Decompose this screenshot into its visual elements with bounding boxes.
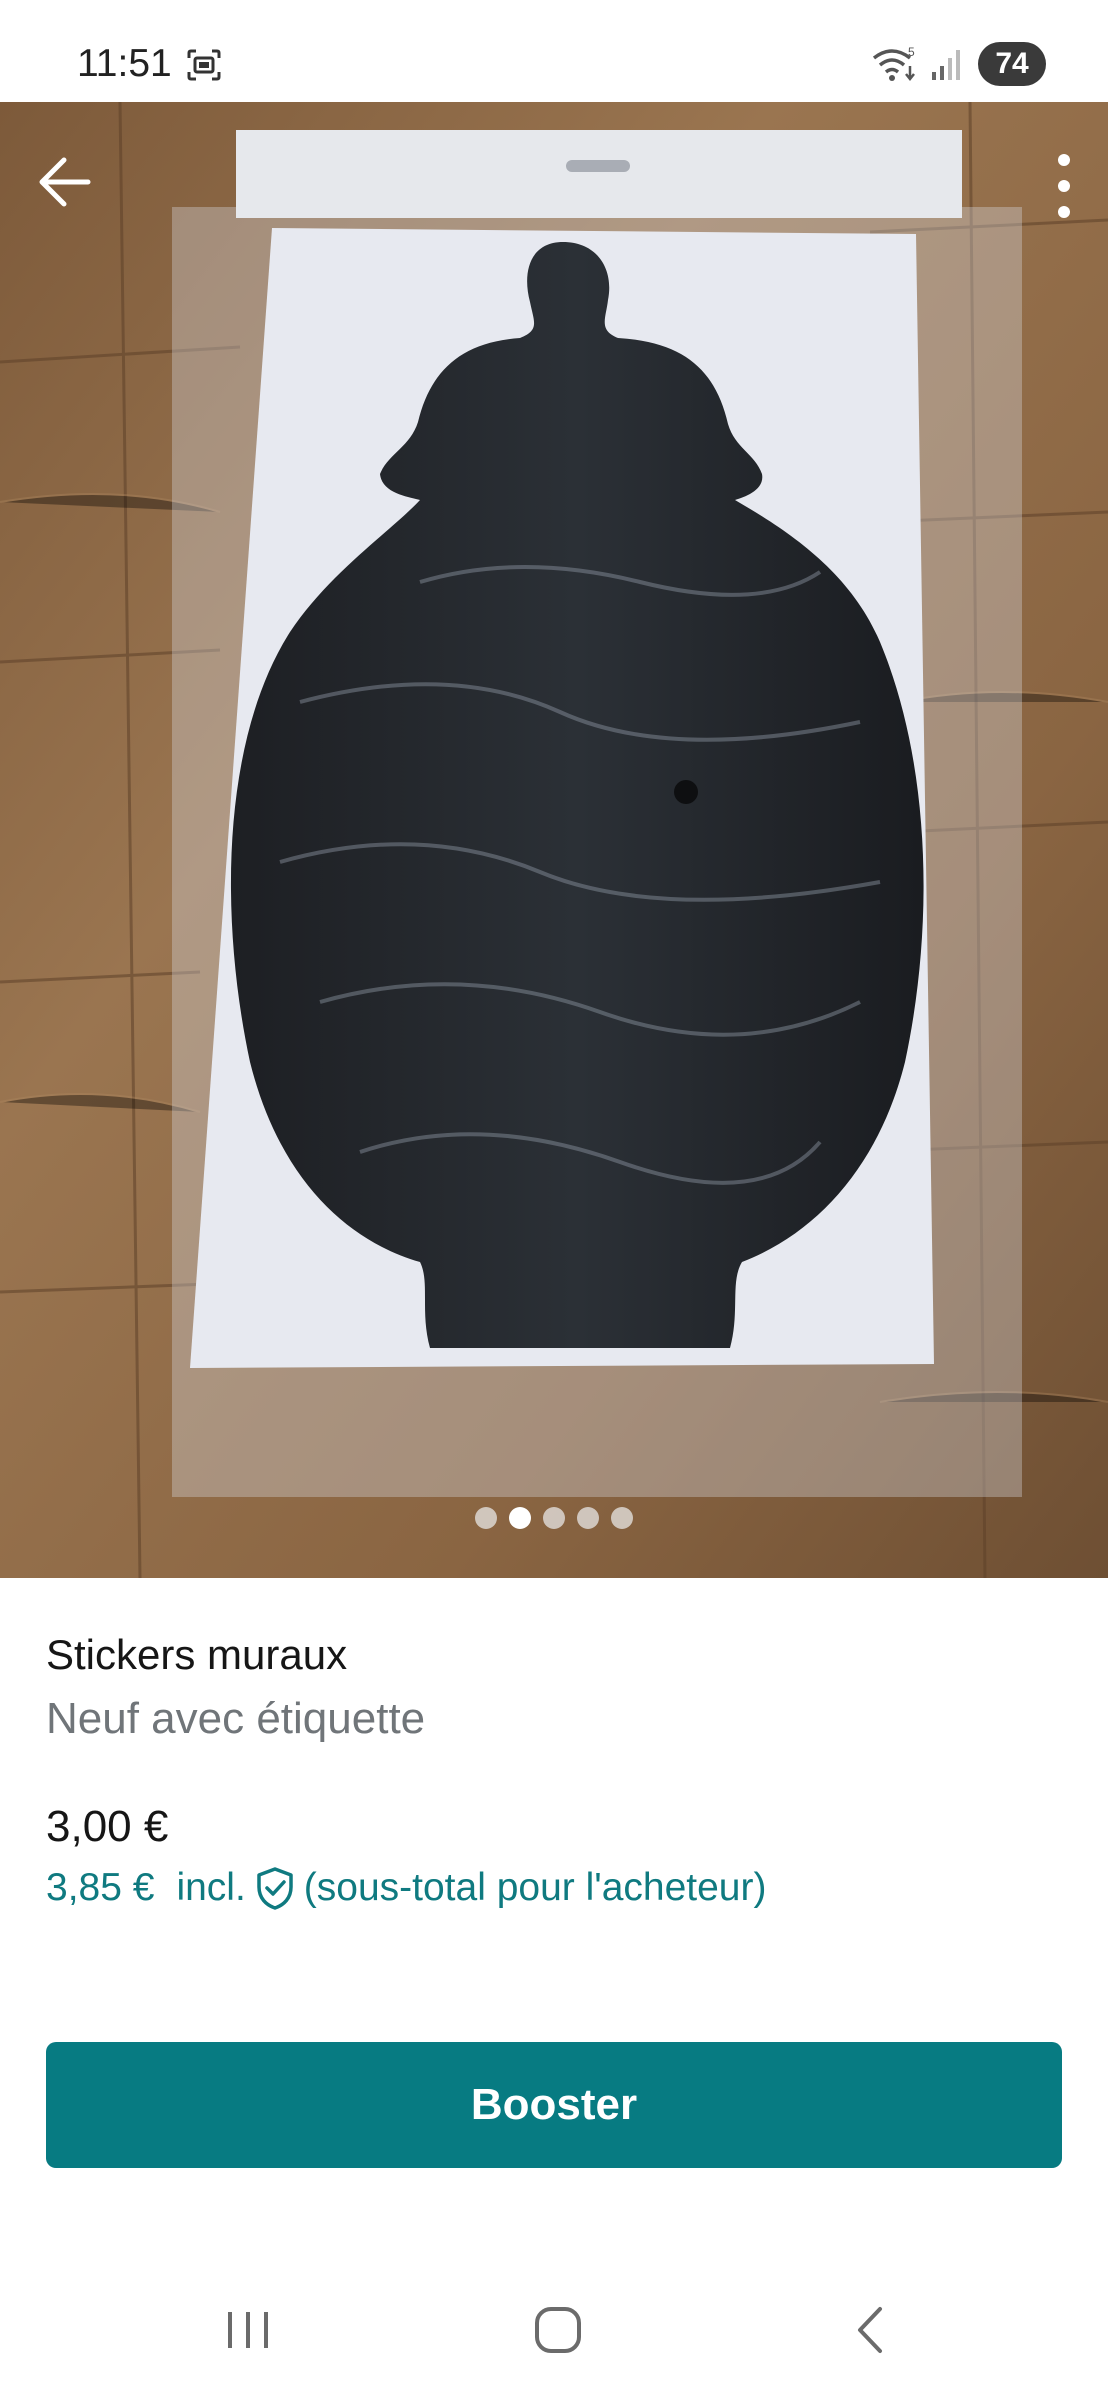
booster-button[interactable]: Booster [46, 2042, 1062, 2168]
buyer-protection-price[interactable]: 3,85 € incl. (sous-total pour l'acheteur… [46, 1860, 766, 1916]
buyer-subtotal-label: (sous-total pour l'acheteur) [303, 1866, 767, 1909]
incl-label: incl. [176, 1866, 246, 1909]
item-condition: Neuf avec étiquette [46, 1694, 426, 1743]
product-photo-gallery[interactable] [0, 102, 1108, 1578]
status-indicators: 5 74 [870, 42, 1046, 86]
more-options-icon[interactable] [1036, 146, 1092, 226]
system-navigation-bar [0, 2280, 1108, 2400]
home-icon [535, 2307, 581, 2353]
home-button[interactable] [498, 2280, 618, 2380]
shield-check-icon [257, 1867, 293, 1910]
status-bar: 11:51 5 74 [0, 0, 1108, 102]
system-back-button[interactable] [810, 2280, 930, 2380]
gallery-page-dot[interactable] [577, 1507, 599, 1529]
gallery-pagination [0, 1507, 1108, 1529]
recent-apps-icon [228, 2312, 268, 2348]
item-title: Stickers muraux [46, 1631, 348, 1678]
status-time: 11:51 [77, 42, 172, 85]
signal-icon [932, 50, 960, 80]
screen-record-icon [187, 49, 221, 81]
item-price: 3,00 € [46, 1802, 169, 1851]
back-icon [858, 2307, 882, 2353]
gallery-page-dot[interactable] [543, 1507, 565, 1529]
price-with-protection: 3,85 € [46, 1866, 155, 1909]
gallery-page-dot-active[interactable] [509, 1507, 531, 1529]
wifi-icon: 5 [872, 45, 915, 82]
gallery-page-dot[interactable] [475, 1507, 497, 1529]
battery-indicator: 74 [978, 42, 1046, 86]
svg-text:5: 5 [908, 45, 915, 59]
gallery-page-dot[interactable] [611, 1507, 633, 1529]
product-photo [0, 102, 1108, 1578]
back-arrow-icon[interactable] [30, 146, 102, 218]
recent-apps-button[interactable] [189, 2280, 309, 2380]
